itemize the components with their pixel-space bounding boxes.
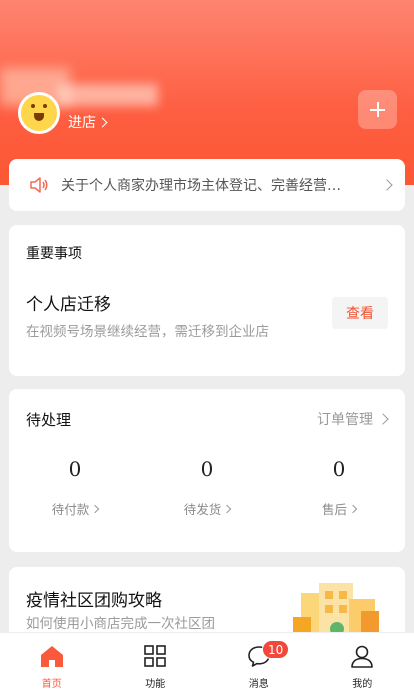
stat-pending-payment[interactable]: 0 待付款 (9, 457, 141, 518)
notice-bar[interactable]: 关于个人商家办理市场主体登记、完善经营… (9, 159, 405, 211)
order-management-label: 订单管理 (317, 412, 373, 428)
tab-messages[interactable]: 消息 (207, 633, 311, 692)
enter-store-label: 进店 (68, 115, 96, 131)
stat-pending-shipment[interactable]: 0 待发货 (141, 457, 273, 518)
enter-store-link[interactable]: 进店 (68, 112, 108, 132)
tab-label: 我的 (352, 679, 373, 690)
view-button[interactable]: 查看 (332, 297, 388, 329)
add-button[interactable] (358, 90, 397, 129)
stat-label: 待发货 (183, 502, 222, 517)
chevron-right-icon (348, 504, 358, 513)
tab-me[interactable]: 我的 (311, 633, 414, 692)
tab-label: 首页 (41, 679, 62, 690)
chevron-right-icon (91, 504, 100, 513)
chevron-right-icon (377, 413, 389, 425)
stat-after-sales[interactable]: 0 售后 (273, 457, 405, 518)
migration-description: 在视频号场景继续经营，需迁移到企业店 (26, 324, 269, 340)
stat-value: 0 (200, 457, 214, 481)
stat-value: 0 (68, 457, 82, 481)
grid-icon (144, 645, 167, 667)
order-management-link[interactable]: 订单管理 (317, 409, 389, 429)
avatar[interactable] (18, 92, 60, 134)
home-icon (40, 646, 63, 667)
chevron-right-icon (381, 179, 393, 191)
migration-title: 个人店迁移 (26, 295, 111, 315)
important-card: 重要事项 个人店迁移 在视频号场景继续经营，需迁移到企业店 查看 (9, 225, 405, 376)
stat-label: 售后 (321, 502, 347, 517)
tab-label: 消息 (248, 679, 269, 690)
speaker-icon (29, 176, 49, 194)
tab-label: 功能 (145, 679, 166, 690)
tab-home[interactable]: 首页 (0, 633, 104, 692)
unread-badge: 10 (262, 640, 290, 659)
user-icon (351, 645, 374, 668)
stat-value: 0 (332, 457, 346, 481)
chevron-right-icon (97, 117, 108, 127)
chevron-right-icon (223, 504, 232, 513)
stat-label: 待付款 (51, 502, 90, 517)
section-title: 待处理 (26, 411, 72, 429)
notice-text: 关于个人商家办理市场主体登记、完善经营… (61, 178, 341, 194)
pending-card: 待处理 订单管理 0 待付款 0 待发货 0 售后 (9, 389, 405, 552)
tab-bar: 首页 功能 消息 我的 (0, 632, 414, 692)
blurred-store-name-2 (58, 84, 158, 106)
promo-title: 疫情社区团购攻略 (26, 591, 162, 611)
tab-functions[interactable]: 功能 (104, 633, 208, 692)
promo-subtitle: 如何使用小商店完成一次社区团 (26, 616, 215, 632)
section-title: 重要事项 (26, 246, 82, 262)
